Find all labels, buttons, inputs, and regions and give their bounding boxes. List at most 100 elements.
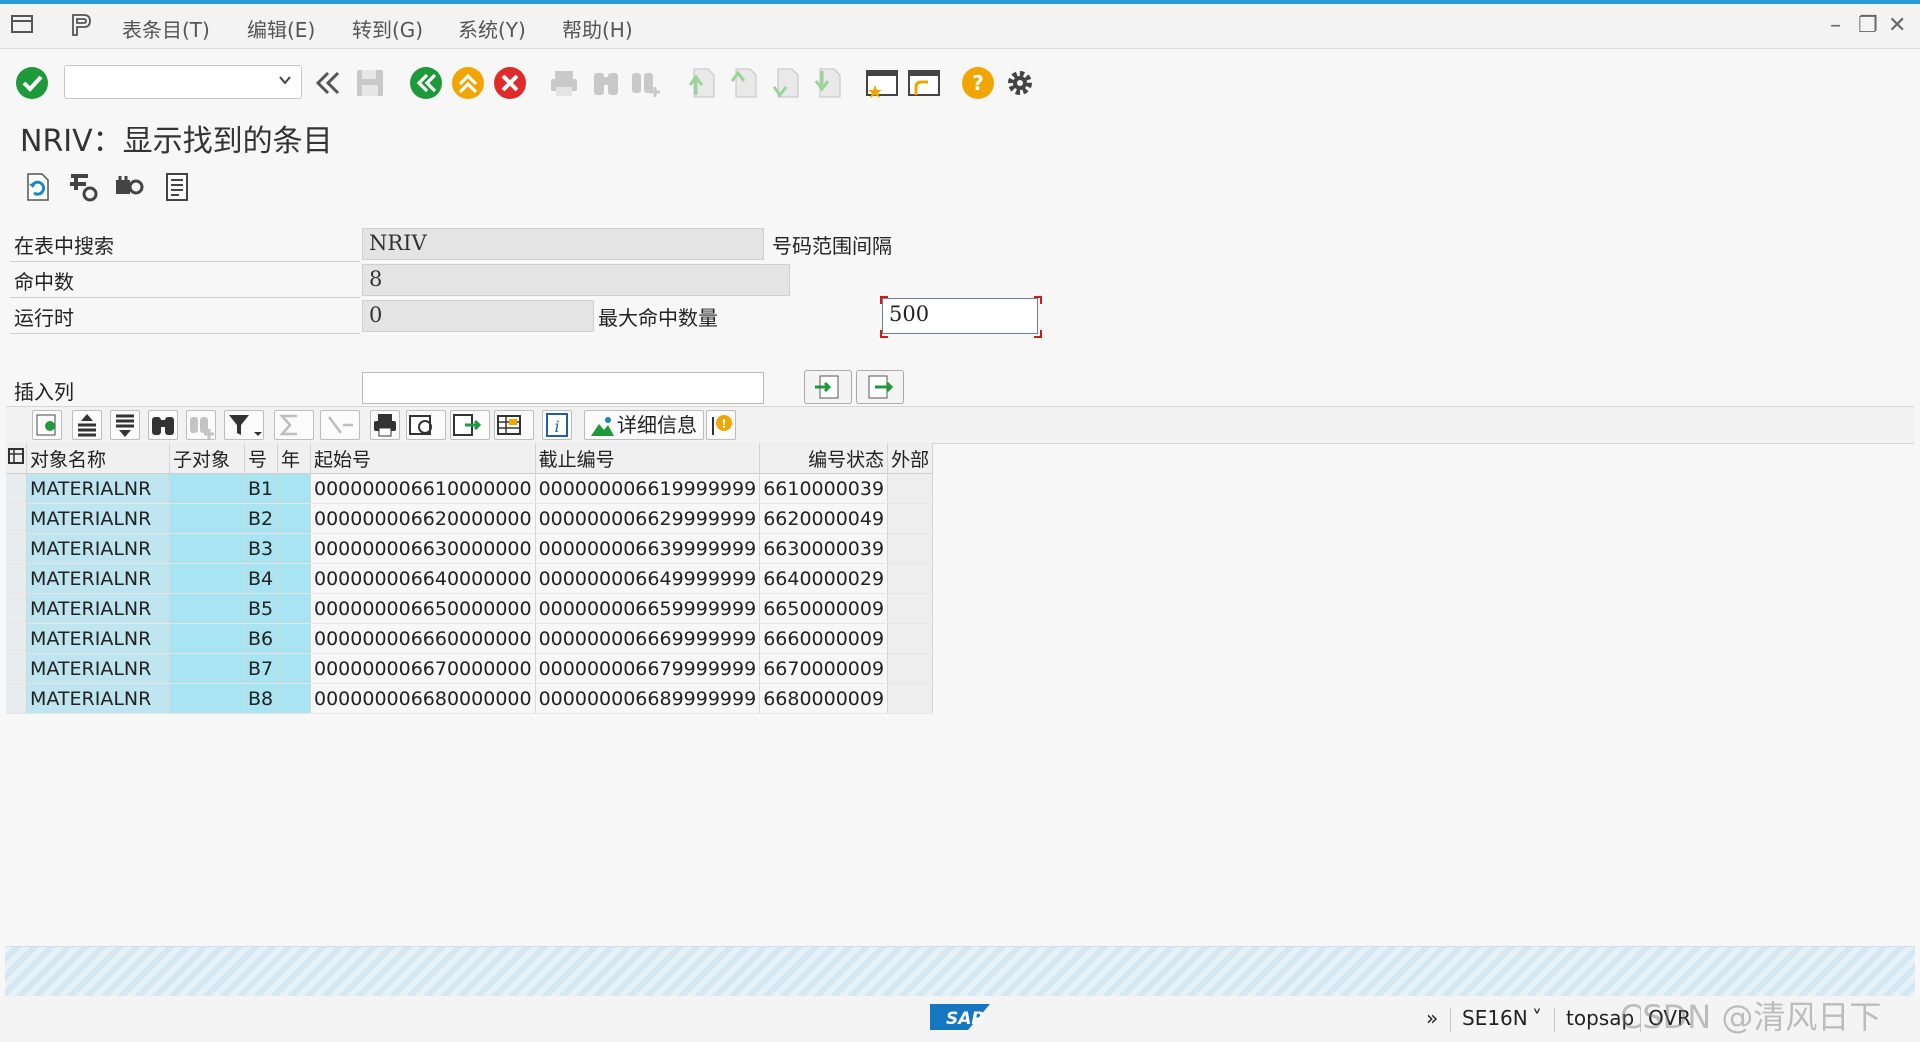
cell-year[interactable] bbox=[277, 683, 311, 714]
menu-table-entry[interactable]: 表条目(T) bbox=[122, 14, 210, 43]
cell-number[interactable]: B2 bbox=[244, 503, 278, 534]
cell-external[interactable] bbox=[887, 623, 934, 654]
cell-number-status[interactable]: 6610000039 bbox=[759, 473, 889, 504]
sap-p-icon[interactable] bbox=[68, 12, 94, 38]
cell-sub-object[interactable] bbox=[169, 473, 245, 504]
cell-to-number[interactable]: 000000006639999999 bbox=[535, 533, 761, 564]
col-external[interactable]: 外部 bbox=[887, 443, 934, 474]
row-selector[interactable] bbox=[6, 533, 27, 564]
col-from-number[interactable]: 起始号 bbox=[310, 443, 536, 474]
cell-year[interactable] bbox=[277, 593, 311, 624]
cell-to-number[interactable]: 000000006669999999 bbox=[535, 623, 761, 654]
cell-to-number[interactable]: 000000006629999999 bbox=[535, 503, 761, 534]
cell-external[interactable] bbox=[887, 683, 934, 714]
refresh-icon[interactable] bbox=[20, 170, 54, 204]
insert-column-input[interactable] bbox=[362, 372, 764, 404]
row-selector[interactable] bbox=[6, 683, 27, 714]
cell-number-status[interactable]: 6650000009 bbox=[759, 593, 889, 624]
cell-year[interactable] bbox=[277, 503, 311, 534]
row-selector[interactable] bbox=[6, 473, 27, 504]
print-preview-button[interactable] bbox=[370, 410, 400, 440]
column-select-button[interactable] bbox=[856, 370, 904, 404]
cell-from-number[interactable]: 000000006630000000 bbox=[310, 533, 536, 564]
cell-to-number[interactable]: 000000006649999999 bbox=[535, 563, 761, 594]
cell-year[interactable] bbox=[277, 533, 311, 564]
settings-gear-icon[interactable] bbox=[1002, 65, 1038, 101]
cell-object-name[interactable]: MATERIALNR bbox=[26, 623, 170, 654]
technical-view-icon[interactable] bbox=[112, 170, 146, 204]
cell-number-status[interactable]: 6640000029 bbox=[759, 563, 889, 594]
cell-year[interactable] bbox=[277, 653, 311, 684]
cell-external[interactable] bbox=[887, 593, 934, 624]
cell-from-number[interactable]: 000000006670000000 bbox=[310, 653, 536, 684]
cell-object-name[interactable]: MATERIALNR bbox=[26, 503, 170, 534]
cell-object-name[interactable]: MATERIALNR bbox=[26, 473, 170, 504]
cell-external[interactable] bbox=[887, 503, 934, 534]
create-session-icon[interactable] bbox=[864, 65, 900, 101]
col-number-status[interactable]: 编号状态 bbox=[759, 443, 889, 474]
info-button[interactable]: i bbox=[542, 410, 572, 440]
help-icon[interactable]: ? bbox=[960, 65, 996, 101]
cell-to-number[interactable]: 000000006619999999 bbox=[535, 473, 761, 504]
table-row[interactable]: MATERIALNR B1 000000006610000000 0000000066… bbox=[6, 473, 934, 504]
cell-object-name[interactable]: MATERIALNR bbox=[26, 563, 170, 594]
row-selector[interactable] bbox=[6, 653, 27, 684]
cell-number[interactable]: B5 bbox=[244, 593, 278, 624]
status-more-icon[interactable]: » bbox=[1426, 1006, 1438, 1030]
col-number[interactable]: 号 bbox=[244, 443, 278, 474]
table-row[interactable]: MATERIALNR B7 000000006670000000 0000000066… bbox=[6, 653, 934, 684]
close-window-button[interactable]: ✕ bbox=[1888, 13, 1906, 38]
cell-sub-object[interactable] bbox=[169, 563, 245, 594]
col-year[interactable]: 年 bbox=[277, 443, 311, 474]
cell-number-status[interactable]: 6620000049 bbox=[759, 503, 889, 534]
transaction-dropdown-icon[interactable]: ˅ bbox=[1532, 1006, 1542, 1030]
detail-info-button[interactable]: 详细信息 bbox=[584, 410, 704, 440]
cell-object-name[interactable]: MATERIALNR bbox=[26, 683, 170, 714]
cell-external[interactable] bbox=[887, 473, 934, 504]
menu-icon[interactable] bbox=[10, 12, 36, 38]
enter-check-icon[interactable] bbox=[14, 65, 50, 101]
table-row[interactable]: MATERIALNR B8 000000006680000000 0000000066… bbox=[6, 683, 934, 714]
cell-year[interactable] bbox=[277, 623, 311, 654]
cell-number-status[interactable]: 6630000039 bbox=[759, 533, 889, 564]
sap-table-info-button[interactable]: ! bbox=[706, 410, 736, 440]
cell-number[interactable]: B4 bbox=[244, 563, 278, 594]
table-row[interactable]: MATERIALNR B6 000000006660000000 0000000066… bbox=[6, 623, 934, 654]
sort-ascending-button[interactable] bbox=[72, 410, 102, 440]
col-object-name[interactable]: 对象名称 bbox=[26, 443, 170, 474]
filter-button[interactable] bbox=[224, 410, 264, 440]
table-row[interactable]: MATERIALNR B2 000000006620000000 0000000066… bbox=[6, 503, 934, 534]
generate-shortcut-icon[interactable] bbox=[906, 65, 942, 101]
row-selector[interactable] bbox=[6, 593, 27, 624]
table-row[interactable]: MATERIALNR B4 000000006640000000 0000000066… bbox=[6, 563, 934, 594]
max-hits-input[interactable]: 500 bbox=[882, 298, 1038, 334]
cell-from-number[interactable]: 000000006660000000 bbox=[310, 623, 536, 654]
cell-to-number[interactable]: 000000006659999999 bbox=[535, 593, 761, 624]
cell-sub-object[interactable] bbox=[169, 683, 245, 714]
row-selector[interactable] bbox=[6, 623, 27, 654]
command-field[interactable] bbox=[64, 65, 302, 99]
table-row[interactable]: MATERIALNR B5 000000006650000000 0000000066… bbox=[6, 593, 934, 624]
document-list-icon[interactable] bbox=[160, 170, 194, 204]
cell-sub-object[interactable] bbox=[169, 503, 245, 534]
minimize-button[interactable]: – bbox=[1830, 13, 1841, 38]
row-selector[interactable] bbox=[6, 503, 27, 534]
cell-from-number[interactable]: 000000006610000000 bbox=[310, 473, 536, 504]
col-sub-object[interactable]: 子对象 bbox=[169, 443, 245, 474]
cell-to-number[interactable]: 000000006689999999 bbox=[535, 683, 761, 714]
cell-object-name[interactable]: MATERIALNR bbox=[26, 593, 170, 624]
cell-number[interactable]: B1 bbox=[244, 473, 278, 504]
cell-year[interactable] bbox=[277, 563, 311, 594]
cell-object-name[interactable]: MATERIALNR bbox=[26, 653, 170, 684]
cell-number[interactable]: B7 bbox=[244, 653, 278, 684]
layout-button[interactable] bbox=[494, 410, 534, 440]
cell-external[interactable] bbox=[887, 563, 934, 594]
views-button[interactable] bbox=[406, 410, 446, 440]
exit-icon[interactable] bbox=[450, 65, 486, 101]
cell-sub-object[interactable] bbox=[169, 593, 245, 624]
cell-number[interactable]: B8 bbox=[244, 683, 278, 714]
cell-number[interactable]: B3 bbox=[244, 533, 278, 564]
cell-from-number[interactable]: 000000006650000000 bbox=[310, 593, 536, 624]
find-button[interactable] bbox=[148, 410, 178, 440]
layout-settings-icon[interactable] bbox=[66, 170, 100, 204]
